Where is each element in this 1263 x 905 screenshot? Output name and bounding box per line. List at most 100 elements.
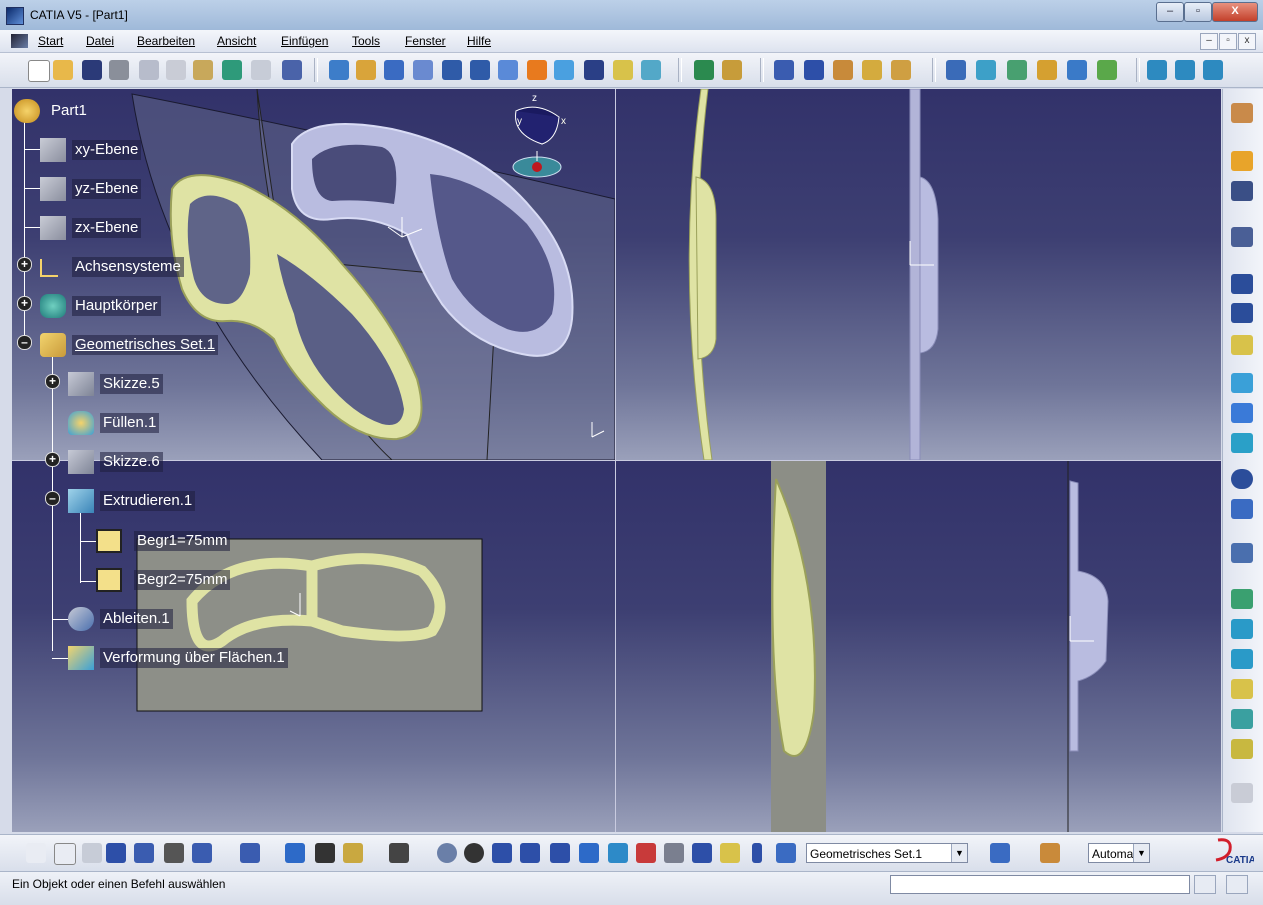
- apply-material-icon[interactable]: [1040, 843, 1060, 863]
- collapse-toggle[interactable]: –: [17, 335, 32, 350]
- redo-icon[interactable]: [251, 60, 271, 80]
- iso-view-icon[interactable]: [554, 60, 574, 80]
- menu-datei[interactable]: Datei: [86, 34, 114, 48]
- fly-mode-icon[interactable]: [329, 60, 349, 80]
- curvature-icon[interactable]: [1037, 60, 1057, 80]
- constraint-icon[interactable]: [1147, 60, 1167, 80]
- capture-icon[interactable]: [389, 843, 409, 863]
- measure-between-icon[interactable]: [285, 843, 305, 863]
- tree-label[interactable]: Skizze.5: [100, 374, 163, 394]
- chevron-down-icon[interactable]: ▼: [1133, 844, 1149, 862]
- list-icon[interactable]: [752, 843, 762, 863]
- draft-analysis-icon[interactable]: [1067, 60, 1087, 80]
- tree-label[interactable]: Begr2=75mm: [134, 570, 231, 590]
- extrude-surface-icon[interactable]: [1231, 373, 1253, 393]
- sketch-analysis-icon[interactable]: [990, 843, 1010, 863]
- mdi-minimize-button[interactable]: –: [1200, 33, 1218, 50]
- tree-label[interactable]: Geometrisches Set.1: [72, 335, 219, 355]
- axis-icon[interactable]: [774, 60, 794, 80]
- line-icon[interactable]: [1231, 303, 1253, 323]
- snap-icon[interactable]: [946, 60, 966, 80]
- mode-combo[interactable]: Automa ▼: [1088, 843, 1150, 863]
- restore-button[interactable]: ▫: [1184, 2, 1212, 22]
- body-insert-icon[interactable]: [833, 60, 853, 80]
- expand-toggle[interactable]: +: [17, 296, 32, 311]
- circle-icon[interactable]: [1231, 469, 1253, 489]
- inertia-icon[interactable]: [315, 843, 335, 863]
- chevron-down-icon[interactable]: ▼: [951, 844, 967, 862]
- menu-fenster[interactable]: Fenster: [405, 34, 446, 48]
- tree-label-root[interactable]: Part1: [48, 101, 90, 121]
- ghost-part-front[interactable]: [1069, 480, 1109, 752]
- normal-view-icon[interactable]: [498, 60, 518, 80]
- whats-this-icon[interactable]: [282, 60, 302, 80]
- scan-icon[interactable]: [1175, 60, 1195, 80]
- extract-tool-icon[interactable]: [1231, 679, 1253, 699]
- multi-view-icon[interactable]: [527, 60, 547, 80]
- zoom-in-icon[interactable]: [442, 60, 462, 80]
- pan-icon[interactable]: [384, 60, 404, 80]
- menu-bearbeiten[interactable]: Bearbeiten: [137, 34, 195, 48]
- update-all-icon[interactable]: [240, 843, 260, 863]
- tree-label[interactable]: Extrudieren.1: [100, 491, 196, 511]
- sweep-icon[interactable]: [1231, 433, 1253, 453]
- snap-point-icon[interactable]: [636, 843, 656, 863]
- tree-label[interactable]: zx-Ebene: [72, 218, 142, 238]
- zoom-out-icon[interactable]: [470, 60, 490, 80]
- fillet-icon[interactable]: [1231, 709, 1253, 729]
- formula-icon[interactable]: [26, 843, 46, 863]
- measure-icon[interactable]: [976, 60, 996, 80]
- grid-work-icon[interactable]: [550, 843, 570, 863]
- spline-icon[interactable]: [1231, 499, 1253, 519]
- expand-toggle[interactable]: +: [17, 257, 32, 272]
- stack-icon[interactable]: [664, 843, 684, 863]
- grid-icon[interactable]: [804, 60, 824, 80]
- tree-label[interactable]: Hauptkörper: [72, 296, 161, 316]
- menu-start[interactable]: Start: [38, 34, 63, 48]
- workbench-icon[interactable]: [1231, 103, 1253, 123]
- mdi-restore-button[interactable]: ▫: [1219, 33, 1237, 50]
- table-icon[interactable]: [106, 843, 126, 863]
- box-view-icon[interactable]: [608, 843, 628, 863]
- save-icon[interactable]: [82, 60, 102, 80]
- copy-icon[interactable]: [166, 60, 186, 80]
- lock-icon[interactable]: [164, 843, 184, 863]
- tools-palette-icon[interactable]: [343, 843, 363, 863]
- highlight-icon[interactable]: [720, 843, 740, 863]
- hide-show-icon[interactable]: [613, 60, 633, 80]
- sketcher-icon[interactable]: [1231, 227, 1253, 247]
- cut-icon[interactable]: [139, 60, 159, 80]
- trim-icon[interactable]: [1231, 649, 1253, 669]
- tree-label[interactable]: xy-Ebene: [72, 140, 142, 160]
- open-folder-icon[interactable]: [53, 60, 73, 80]
- swap-space-icon[interactable]: [641, 60, 661, 80]
- join-icon[interactable]: [1231, 589, 1253, 609]
- align-icon[interactable]: [520, 843, 540, 863]
- tree-label[interactable]: Achsensysteme: [72, 257, 184, 277]
- knowledge-icon[interactable]: [54, 843, 76, 865]
- select-arrow-icon[interactable]: [1231, 151, 1253, 171]
- tree-label[interactable]: Skizze.6: [100, 452, 163, 472]
- hierarchy-icon[interactable]: [692, 843, 712, 863]
- window-title-bar[interactable]: CATIA V5 - [Part1] – ▫ X: [0, 0, 1263, 31]
- rotate-icon[interactable]: [413, 60, 433, 80]
- surfacic-analysis-icon[interactable]: [1097, 60, 1117, 80]
- viewport-side[interactable]: [616, 89, 1221, 460]
- tree-label[interactable]: Füllen.1: [100, 413, 160, 433]
- work-plane-icon[interactable]: [579, 843, 599, 863]
- expand-toggle[interactable]: +: [45, 452, 60, 467]
- tree-label[interactable]: Verformung über Flächen.1: [100, 648, 288, 668]
- insert-sketch-icon[interactable]: [722, 60, 742, 80]
- layer-icon[interactable]: [776, 843, 796, 863]
- menu-ansicht[interactable]: Ansicht: [217, 34, 256, 48]
- close-button[interactable]: X: [1212, 2, 1258, 22]
- plane-create-icon[interactable]: [1231, 335, 1253, 355]
- plane-edge-side[interactable]: [909, 89, 921, 460]
- 3d-viewport-area[interactable]: z x y Part1 xy-Ebene yz-Ebene zx-Ebene +…: [12, 89, 1221, 832]
- menu-einfuegen[interactable]: Einfügen: [281, 34, 328, 48]
- menu-tools[interactable]: Tools: [352, 34, 380, 48]
- new-document-icon[interactable]: [28, 60, 50, 82]
- refresh-icon[interactable]: [437, 843, 457, 863]
- viewport-front[interactable]: [616, 461, 1221, 832]
- tree-label[interactable]: Ableiten.1: [100, 609, 173, 629]
